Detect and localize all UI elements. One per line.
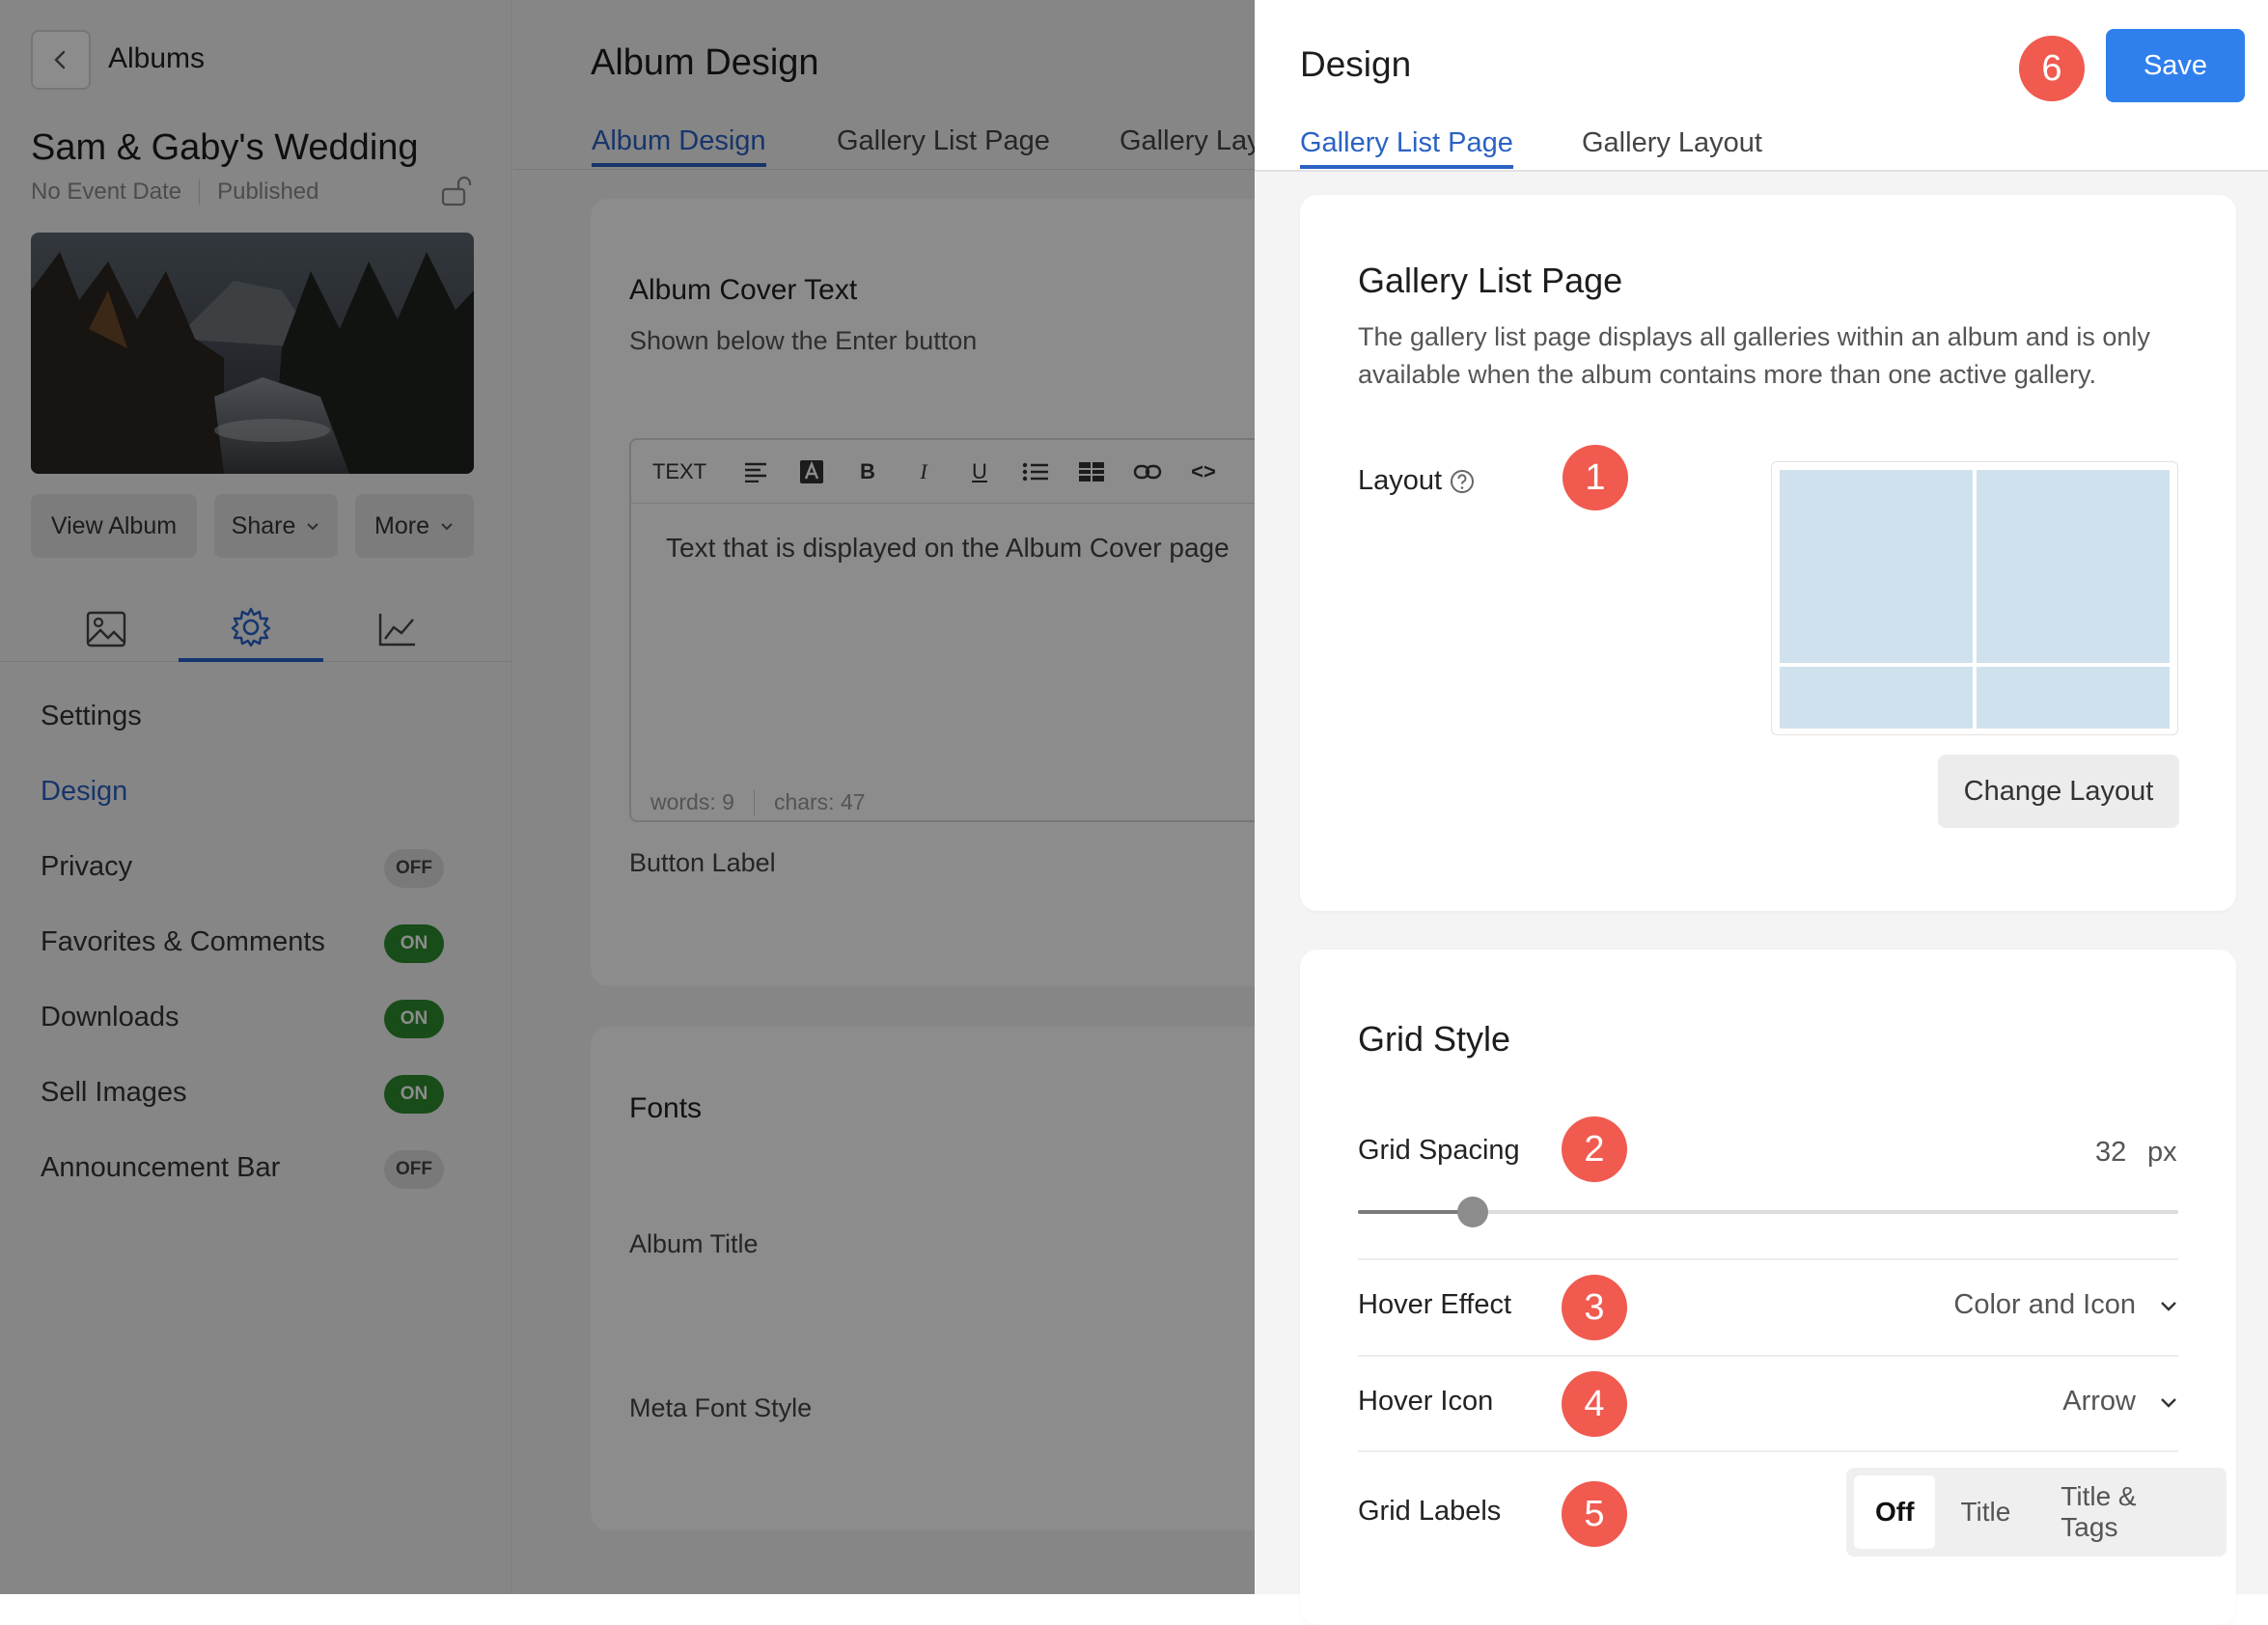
layout-tile <box>1780 667 1973 729</box>
grid-labels-off[interactable]: Off <box>1854 1475 1936 1549</box>
grid-spacing-slider[interactable] <box>1358 1197 2178 1227</box>
panel-header: Design 6 Save Gallery List Page Gallery … <box>1255 0 2268 172</box>
step-badge-5: 5 <box>1562 1481 1627 1547</box>
hover-effect-select[interactable]: Color and Icon <box>1953 1289 2178 1321</box>
layout-tile <box>1977 470 2170 663</box>
grid-style-heading: Grid Style <box>1358 1019 1511 1059</box>
help-icon[interactable] <box>1450 469 1475 494</box>
step-badge-1: 1 <box>1563 445 1628 510</box>
panel-title: Design <box>1300 44 1412 84</box>
tab-gallery-layout[interactable]: Gallery Layout <box>1582 127 1762 159</box>
layout-preview[interactable] <box>1771 461 2178 735</box>
chevron-down-icon <box>2161 1301 2176 1311</box>
grid-spacing-value[interactable]: 32 <box>2095 1137 2126 1169</box>
grid-spacing-unit: px <box>2147 1137 2177 1168</box>
hover-effect-label: Hover Effect <box>1358 1289 1512 1320</box>
layout-label: Layout <box>1358 465 1443 496</box>
hover-icon-value: Arrow <box>2062 1386 2136 1417</box>
hover-effect-value: Color and Icon <box>1953 1289 2136 1320</box>
modal-overlay[interactable] <box>0 0 1255 1594</box>
hover-icon-label: Hover Icon <box>1358 1386 1494 1417</box>
grid-labels-title-tags[interactable]: Title & Tags <box>2035 1475 2219 1549</box>
design-panel: Design 6 Save Gallery List Page Gallery … <box>1255 0 2268 1625</box>
change-layout-button[interactable]: Change Layout <box>1938 755 2179 828</box>
step-badge-2: 2 <box>1562 1116 1627 1182</box>
slider-thumb[interactable] <box>1457 1197 1488 1227</box>
grid-spacing-label: Grid Spacing <box>1358 1135 1520 1166</box>
grid-labels-segmented-control: Off Title Title & Tags <box>1846 1468 2227 1556</box>
slider-fill <box>1358 1210 1473 1214</box>
tab-gallery-list-page[interactable]: Gallery List Page <box>1300 127 1513 169</box>
grid-labels-title[interactable]: Title <box>1935 1475 2035 1549</box>
layout-label-row: Layout <box>1358 465 1475 497</box>
gallery-list-page-card: Gallery List Page The gallery list page … <box>1300 195 2236 911</box>
layout-tile <box>1780 470 1973 663</box>
hover-icon-select[interactable]: Arrow <box>2062 1386 2178 1418</box>
gallery-list-description: The gallery list page displays all galle… <box>1358 322 2150 389</box>
save-button[interactable]: Save <box>2106 29 2245 102</box>
step-badge-3: 3 <box>1562 1275 1627 1340</box>
step-badge-4: 4 <box>1562 1371 1627 1437</box>
gallery-list-heading: Gallery List Page <box>1358 261 1623 300</box>
grid-labels-label: Grid Labels <box>1358 1496 1502 1527</box>
layout-tile <box>1977 667 2170 729</box>
chevron-down-icon <box>2161 1397 2176 1408</box>
grid-style-card: Grid Style Grid Spacing 2 32 px Hover Ef… <box>1300 950 2236 1625</box>
step-badge-6: 6 <box>2019 36 2085 101</box>
